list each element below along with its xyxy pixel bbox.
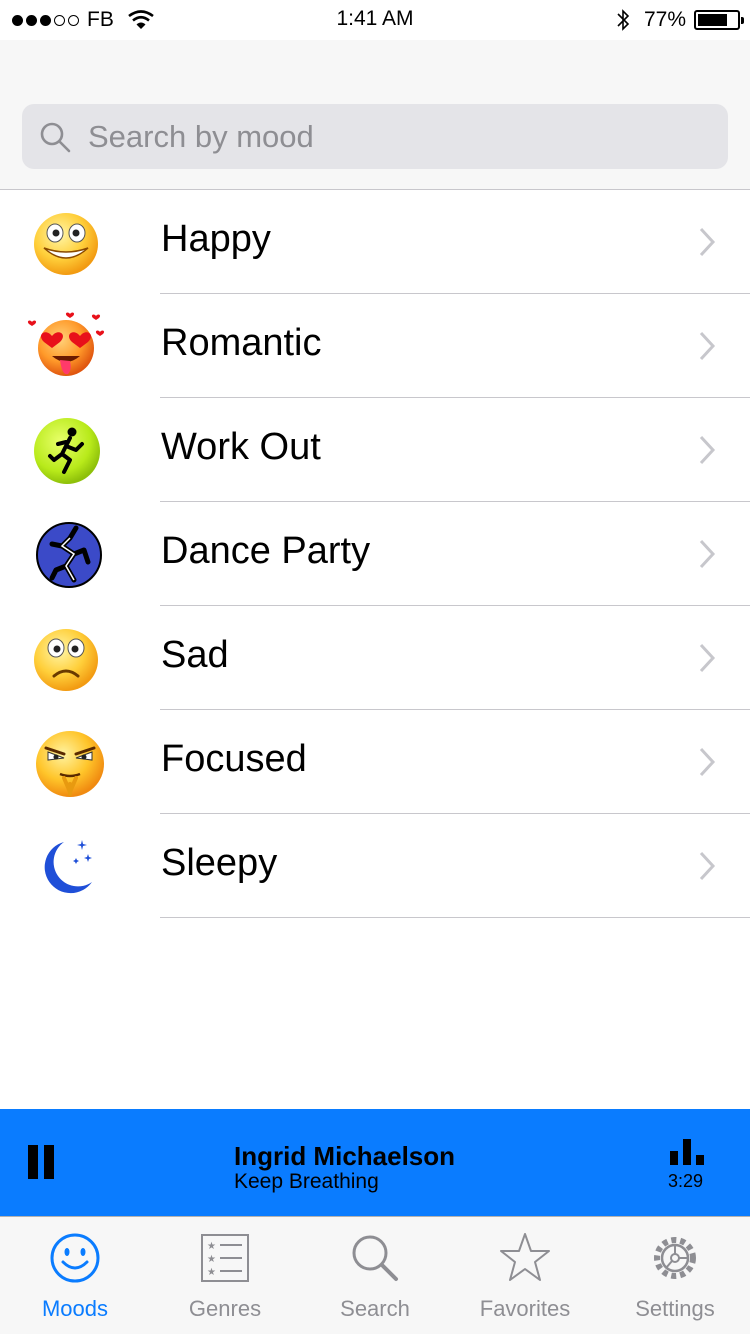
bluetooth-icon xyxy=(617,9,630,31)
chevron-right-icon xyxy=(699,331,716,361)
tab-moods[interactable]: Moods xyxy=(0,1217,150,1334)
svg-text:★: ★ xyxy=(207,1267,216,1278)
tab-label: Settings xyxy=(635,1296,715,1321)
mood-row-work-out[interactable]: Work Out xyxy=(0,398,750,502)
mood-row-dance-party[interactable]: Dance Party xyxy=(0,502,750,606)
chevron-right-icon xyxy=(699,643,716,673)
tab-search[interactable]: Search xyxy=(300,1217,450,1334)
mood-list: Happy Romantic Work Out Dance Party Sad … xyxy=(0,190,750,918)
search-icon xyxy=(40,122,71,152)
header xyxy=(0,40,750,190)
mood-label: Sleepy xyxy=(161,842,278,884)
tab-label: Genres xyxy=(188,1296,262,1321)
equalizer-icon[interactable] xyxy=(670,1137,708,1165)
now-playing-song: Keep Breathing xyxy=(234,1170,379,1193)
tab-favorites[interactable]: Favorites xyxy=(450,1217,600,1334)
search-bar[interactable] xyxy=(22,104,728,169)
pause-icon-bar-right xyxy=(44,1145,54,1179)
dancer-icon xyxy=(36,522,102,588)
pause-button[interactable] xyxy=(28,1145,54,1179)
heart-eyes-face-icon xyxy=(27,312,105,376)
mood-row-sleepy[interactable]: Sleepy xyxy=(0,814,750,918)
chevron-right-icon xyxy=(699,747,716,777)
runner-icon xyxy=(34,418,100,484)
mood-row-happy[interactable]: Happy xyxy=(0,190,750,294)
mood-row-focused[interactable]: Focused xyxy=(0,710,750,814)
chevron-right-icon xyxy=(699,851,716,881)
search-icon xyxy=(352,1235,398,1281)
happy-face-icon xyxy=(34,213,98,275)
status-right: 77% xyxy=(616,7,744,33)
mood-row-romantic[interactable]: Romantic xyxy=(0,294,750,398)
smiley-icon xyxy=(50,1233,100,1283)
moon-stars-icon xyxy=(44,840,92,894)
row-separator xyxy=(160,917,750,918)
list-icon: ★ ★ ★ xyxy=(201,1234,249,1282)
mood-label: Work Out xyxy=(161,426,321,468)
tab-settings[interactable]: Settings xyxy=(600,1217,750,1334)
pause-icon-bar-left xyxy=(28,1145,38,1179)
svg-text:★: ★ xyxy=(207,1254,216,1265)
battery-fill xyxy=(698,14,728,26)
mood-label: Happy xyxy=(161,218,271,260)
chevron-right-icon xyxy=(699,227,716,257)
svg-text:★: ★ xyxy=(207,1241,216,1252)
tab-genres[interactable]: ★ ★ ★ Genres xyxy=(150,1217,300,1334)
tab-label: Search xyxy=(340,1296,410,1321)
mood-label: Focused xyxy=(161,738,307,780)
battery-icon xyxy=(694,10,744,30)
chevron-right-icon xyxy=(699,539,716,569)
status-bar: FB 1:41 AM 77% xyxy=(0,0,750,40)
now-playing-artist: Ingrid Michaelson xyxy=(234,1141,456,1171)
tab-bar: Moods ★ ★ ★ Genres Search Favorites Sett… xyxy=(0,1216,750,1334)
sad-face-icon xyxy=(34,629,98,691)
tab-label: Favorites xyxy=(479,1296,571,1321)
mood-label: Sad xyxy=(161,634,229,676)
search-input[interactable] xyxy=(88,118,688,155)
mood-label: Romantic xyxy=(161,322,322,364)
gear-icon xyxy=(654,1237,696,1279)
focused-face-icon xyxy=(36,731,104,798)
chevron-right-icon xyxy=(699,435,716,465)
now-playing-bar[interactable]: Ingrid Michaelson Keep Breathing 3:29 xyxy=(0,1109,750,1216)
mood-label: Dance Party xyxy=(161,530,371,572)
star-icon xyxy=(500,1233,550,1281)
mood-row-sad[interactable]: Sad xyxy=(0,606,750,710)
tab-label: Moods xyxy=(41,1296,109,1321)
battery-percent: 77% xyxy=(643,8,686,31)
now-playing-time: 3:29 xyxy=(668,1171,704,1191)
